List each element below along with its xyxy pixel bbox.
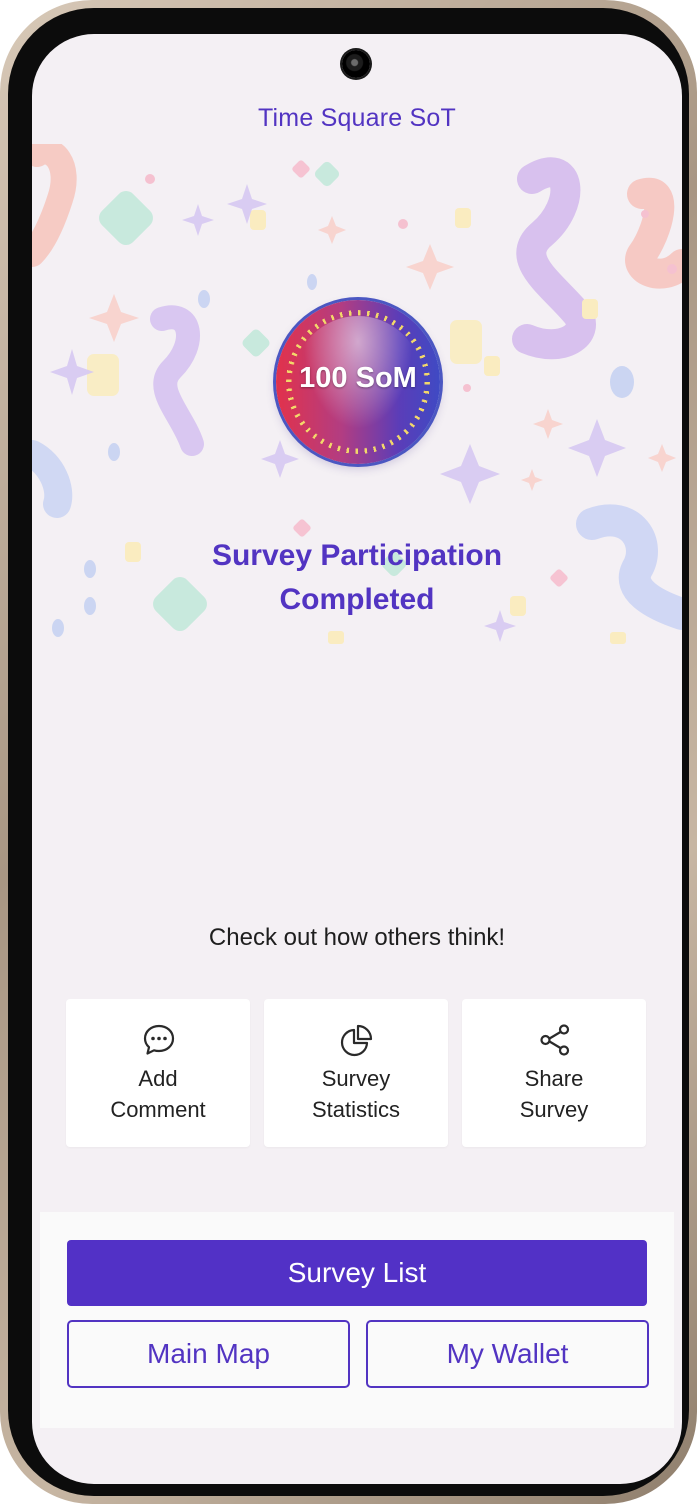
share-survey-button[interactable]: Share Survey bbox=[462, 999, 646, 1147]
my-wallet-button[interactable]: My Wallet bbox=[366, 1320, 649, 1388]
main-map-button[interactable]: Main Map bbox=[67, 1320, 350, 1388]
survey-list-button[interactable]: Survey List bbox=[67, 1240, 647, 1306]
phone-frame: Time Square SoT 100 SoM Survey Participa… bbox=[0, 0, 697, 1504]
badge-amount: 100 SoM bbox=[299, 362, 417, 394]
reward-badge: 100 SoM bbox=[276, 300, 440, 464]
completion-title-line2: Completed bbox=[279, 583, 435, 616]
phone-bezel: Time Square SoT 100 SoM Survey Participa… bbox=[8, 8, 689, 1496]
share-survey-label: Share Survey bbox=[519, 1066, 589, 1122]
bottom-action-panel: Survey List Main Map My Wallet bbox=[40, 1212, 674, 1428]
survey-statistics-button[interactable]: Survey Statistics bbox=[264, 999, 448, 1147]
hint-text: Check out how others think! bbox=[208, 924, 506, 951]
completion-title-line1: Survey Participation bbox=[211, 539, 503, 572]
share-icon bbox=[540, 1024, 570, 1056]
comment-icon bbox=[143, 1024, 175, 1055]
completion-title: Survey Participation Completed bbox=[32, 534, 682, 622]
pie-chart-icon bbox=[340, 1024, 373, 1057]
screen: Time Square SoT 100 SoM Survey Participa… bbox=[32, 34, 682, 1484]
add-comment-label: Add Comment bbox=[110, 1066, 206, 1122]
add-comment-button[interactable]: Add Comment bbox=[66, 999, 250, 1147]
front-camera bbox=[342, 50, 370, 78]
survey-statistics-label: Survey Statistics bbox=[311, 1066, 401, 1122]
app-title: Time Square SoT bbox=[258, 104, 456, 132]
